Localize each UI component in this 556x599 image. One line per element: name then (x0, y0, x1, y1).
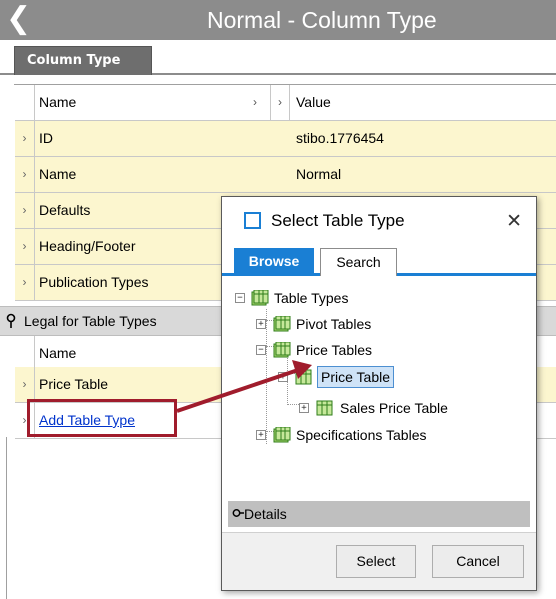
expand-icon[interactable]: + (299, 403, 309, 413)
dialog-footer: Select Cancel (222, 532, 536, 590)
select-table-type-dialog: Select Table Type ✕ Browse Search − Tabl… (221, 196, 537, 591)
window-titlebar: ❮ Normal - Column Type (0, 0, 556, 40)
table-type-tree: − Table Types + Pivot Tables − Price Tab… (230, 287, 530, 492)
annotation-highlight-box (27, 399, 177, 437)
expand-chevron-icon[interactable]: › (15, 229, 35, 264)
tree-node-label-selected: Price Table (317, 366, 395, 388)
row-value: stibo.1776454 (296, 130, 384, 146)
page-title: Normal - Column Type (207, 7, 437, 33)
dialog-title: Select Table Type (271, 211, 405, 230)
select-button[interactable]: Select (336, 545, 416, 578)
row-name: Heading/Footer (39, 238, 136, 254)
collapse-icon[interactable]: − (235, 293, 245, 303)
row-name: Price Table (39, 376, 109, 392)
column-header-value[interactable]: Value (296, 85, 331, 120)
table-folder-icon (273, 316, 291, 332)
table-row[interactable]: › Name Normal (15, 157, 556, 193)
table-icon (316, 400, 333, 416)
expand-chevron-icon[interactable]: › (15, 121, 35, 156)
panel-edge (6, 437, 7, 599)
tab-column-type[interactable]: Column Type (14, 46, 152, 75)
details-toggle-icon (232, 509, 244, 517)
pin-icon (6, 313, 16, 328)
tree-node-sales-price-table[interactable]: + Sales Price Table (230, 397, 530, 419)
expand-icon[interactable]: + (256, 319, 266, 329)
attribute-grid: Name › › Value › ID stibo.1776454 › Name… (14, 84, 556, 301)
tree-node-price-table[interactable]: + Price Table (230, 366, 530, 388)
tree-node-label: Table Types (274, 290, 349, 306)
row-name: Name (39, 166, 77, 182)
tree-node-table-types[interactable]: − Table Types (230, 287, 530, 309)
details-expander[interactable]: Details (228, 501, 530, 527)
tree-node-label: Price Tables (296, 342, 373, 358)
window-icon (244, 212, 261, 229)
tree-node-specifications-tables[interactable]: + Specifications Tables (230, 424, 530, 446)
tree-node-label: Pivot Tables (296, 316, 372, 332)
collapse-icon[interactable]: − (256, 345, 266, 355)
dialog-titlebar: Select Table Type ✕ (222, 197, 536, 245)
chevron-right-icon[interactable]: › (245, 85, 265, 120)
row-value: Normal (296, 166, 342, 182)
table-icon (295, 369, 312, 385)
table-row[interactable]: › ID stibo.1776454 (15, 121, 556, 157)
expand-icon[interactable]: + (256, 430, 266, 440)
expand-chevron-icon[interactable]: › (15, 193, 35, 228)
expand-icon[interactable]: + (278, 372, 288, 382)
row-indicator (15, 85, 35, 120)
expand-chevron-icon[interactable]: › (15, 265, 35, 300)
table-folder-icon (251, 290, 269, 306)
tree-node-pivot-tables[interactable]: + Pivot Tables (230, 313, 530, 335)
grid-header-row: Name › › Value (15, 85, 556, 121)
table-folder-icon (273, 427, 291, 443)
tree-node-label: Sales Price Table (340, 400, 448, 416)
back-chevron-icon[interactable]: ❮ (6, 3, 36, 37)
column-header-name[interactable]: Name (39, 336, 76, 371)
tab-browse[interactable]: Browse (234, 248, 314, 276)
row-indicator (15, 336, 35, 371)
cancel-button[interactable]: Cancel (432, 545, 524, 578)
tab-strip: Column Type (0, 40, 556, 75)
row-name: Defaults (39, 202, 91, 218)
table-folder-icon (273, 342, 291, 358)
expand-chevron-icon[interactable]: › (15, 367, 35, 402)
details-label: Details (244, 506, 287, 522)
tree-node-price-tables[interactable]: − Price Tables (230, 339, 530, 361)
dialog-tabs: Browse Search (222, 245, 536, 276)
row-name: ID (39, 130, 53, 146)
row-name: Publication Types (39, 274, 149, 290)
chevron-right-icon[interactable]: › (270, 85, 290, 120)
column-header-name[interactable]: Name (39, 85, 76, 120)
expand-chevron-icon[interactable]: › (15, 157, 35, 192)
tab-search[interactable]: Search (320, 248, 397, 276)
tree-node-label: Specifications Tables (296, 427, 427, 443)
close-icon[interactable]: ✕ (506, 197, 522, 245)
section-title: Legal for Table Types (24, 313, 157, 329)
